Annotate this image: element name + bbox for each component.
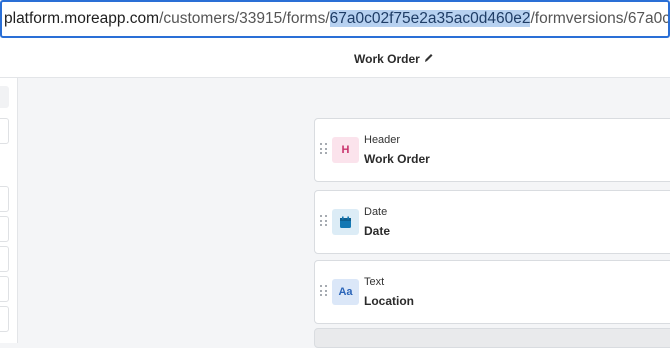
url-text[interactable]: platform.moreapp.com/customers/33915/for…: [4, 10, 670, 28]
left-panel-search[interactable]: [0, 118, 9, 144]
field-card-header[interactable]: H Header Work Order: [314, 118, 670, 182]
field-name: Date: [364, 224, 391, 238]
drag-handle-icon[interactable]: [320, 143, 328, 157]
left-panel-item[interactable]: [0, 186, 9, 212]
field-card-partial[interactable]: [314, 328, 670, 348]
header-icon-glyph: H: [341, 144, 350, 156]
left-panel-item[interactable]: [0, 306, 9, 332]
text-icon-glyph: Aa: [338, 286, 353, 298]
field-type: Date: [364, 206, 388, 218]
field-name: Work Order: [364, 152, 430, 166]
left-panel-item[interactable]: [0, 276, 9, 302]
left-panel-item[interactable]: [0, 216, 9, 242]
calendar-icon: [332, 209, 359, 235]
field-type: Header: [364, 134, 401, 146]
left-panel-tab[interactable]: [0, 86, 9, 108]
field-card-text[interactable]: Aa Text Location: [314, 260, 670, 324]
drag-handle-icon[interactable]: [320, 215, 328, 229]
field-name: Location: [364, 294, 414, 308]
url-host: platform.moreapp.com: [4, 10, 160, 27]
url-path-rest: /formversions/67a0c03075e2a3: [530, 10, 670, 27]
header-icon: H: [332, 137, 359, 163]
url-path: /customers/33915/forms/: [159, 10, 330, 27]
text-icon: Aa: [332, 279, 359, 305]
field-type: Text: [364, 276, 385, 288]
drag-handle-icon[interactable]: [320, 285, 328, 299]
left-panel: [0, 78, 18, 343]
left-panel-item[interactable]: [0, 246, 9, 272]
form-title: Work Order: [354, 52, 420, 66]
form-header: Work Order: [0, 38, 670, 78]
pencil-icon[interactable]: [424, 52, 434, 64]
url-selection: 67a0c02f75e2a35ac0d460e2: [329, 10, 531, 27]
field-card-date[interactable]: Date Date: [314, 190, 670, 254]
address-bar[interactable]: platform.moreapp.com/customers/33915/for…: [0, 0, 670, 38]
